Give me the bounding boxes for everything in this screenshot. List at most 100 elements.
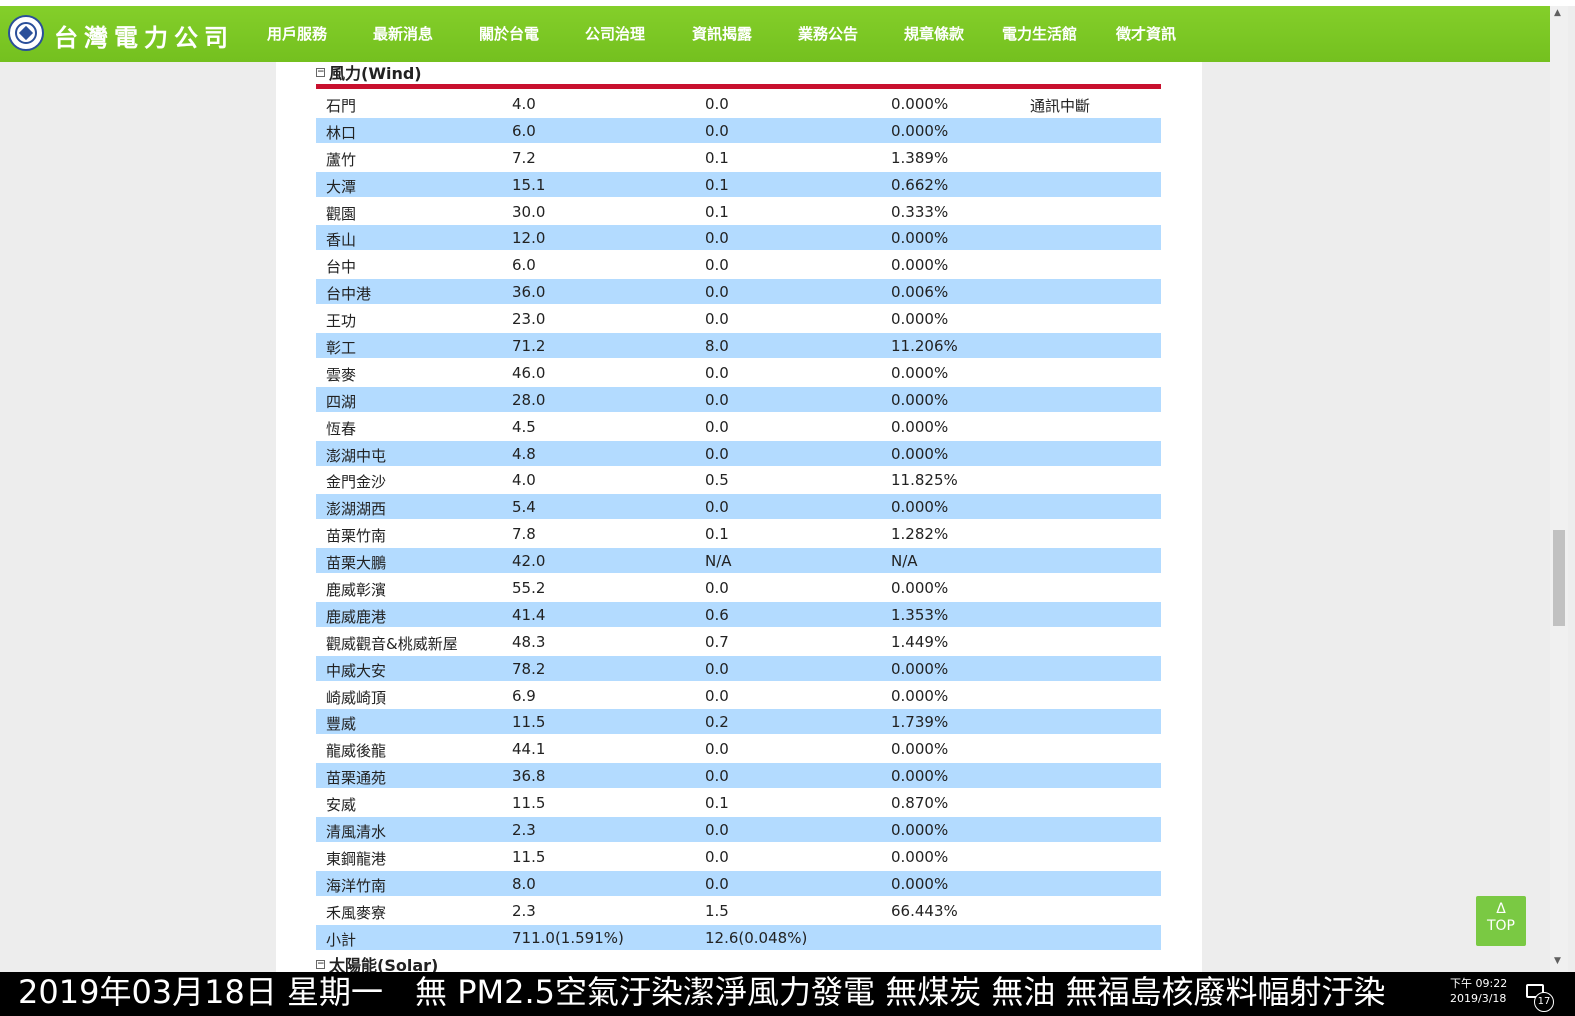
capacity-ratio-cell: 0.000% bbox=[891, 444, 949, 463]
net-generation-cell: 0.0 bbox=[705, 579, 729, 598]
back-to-top-label: TOP bbox=[1486, 918, 1515, 934]
table-row: 台中 6.0 0.0 0.000% bbox=[316, 252, 1161, 277]
installed-capacity-cell: 71.2 bbox=[512, 337, 546, 356]
station-name-cell: 苗栗竹南 bbox=[326, 527, 387, 546]
table-row: 觀威觀音&桃威新屋 48.3 0.7 1.449% bbox=[316, 629, 1161, 654]
capacity-ratio-cell: 0.000% bbox=[891, 121, 949, 140]
nav-corporate-governance[interactable]: 公司治理 bbox=[585, 23, 645, 44]
table-row: 鹿威彰濱 55.2 0.0 0.000% bbox=[316, 575, 1161, 600]
net-generation-cell: 0.0 bbox=[705, 256, 729, 275]
net-generation-cell: 0.1 bbox=[705, 525, 729, 544]
station-name-cell: 澎湖中屯 bbox=[326, 446, 387, 465]
station-name-cell: 王功 bbox=[326, 312, 357, 331]
net-generation-cell: 0.0 bbox=[705, 874, 729, 893]
station-name-cell: 林口 bbox=[326, 123, 357, 142]
table-row: 安威 11.5 0.1 0.870% bbox=[316, 790, 1161, 815]
capacity-ratio-cell: 1.739% bbox=[891, 713, 949, 732]
installed-capacity-cell: 7.2 bbox=[512, 148, 536, 167]
net-generation-cell: N/A bbox=[705, 552, 732, 571]
installed-capacity-cell: 30.0 bbox=[512, 202, 546, 221]
capacity-ratio-cell: 0.000% bbox=[891, 874, 949, 893]
station-name-cell: 恆春 bbox=[326, 419, 357, 438]
installed-capacity-cell: 44.1 bbox=[512, 740, 546, 759]
capacity-ratio-cell: 0.000% bbox=[891, 95, 949, 113]
installed-capacity-cell: 2.3 bbox=[512, 821, 536, 840]
table-row: 崎威崎頂 6.9 0.0 0.000% bbox=[316, 683, 1161, 708]
capacity-ratio-cell: 1.282% bbox=[891, 525, 949, 544]
station-name-cell: 東鋼龍港 bbox=[326, 849, 387, 868]
scroll-up-icon[interactable]: ▲ bbox=[1554, 8, 1561, 18]
taskbar: 2019年03月18日 星期一 無 PM2.5空氣汙染潔淨風力發電 無煤炭 無油… bbox=[0, 972, 1575, 1016]
nav-customer-service[interactable]: 用戶服務 bbox=[267, 23, 327, 44]
scrollbar-thumb[interactable] bbox=[1553, 530, 1565, 626]
installed-capacity-cell: 6.0 bbox=[512, 121, 536, 140]
nav-latest-news[interactable]: 最新消息 bbox=[373, 23, 433, 44]
net-generation-cell: 0.2 bbox=[705, 713, 729, 732]
site-logo-text[interactable]: 台灣電力公司 bbox=[54, 18, 234, 53]
net-generation-cell: 0.0 bbox=[705, 821, 729, 840]
net-generation-cell: 0.0 bbox=[705, 310, 729, 329]
installed-capacity-cell: 15.1 bbox=[512, 175, 546, 194]
back-to-top-button[interactable]: Δ TOP bbox=[1476, 896, 1526, 946]
net-generation-cell: 0.1 bbox=[705, 202, 729, 221]
collapse-toggle-icon[interactable]: − bbox=[316, 960, 325, 969]
capacity-ratio-cell: 0.000% bbox=[891, 847, 949, 866]
station-name-cell: 鹿威鹿港 bbox=[326, 607, 387, 626]
top-navigation-bar: 台灣電力公司 用戶服務 最新消息 關於台電 公司治理 資訊揭露 業務公告 規章條… bbox=[0, 6, 1550, 62]
table-row: 鹿威鹿港 41.4 0.6 1.353% bbox=[316, 601, 1161, 627]
installed-capacity-cell: 6.0 bbox=[512, 256, 536, 275]
nav-regulations[interactable]: 規章條款 bbox=[904, 23, 964, 44]
capacity-ratio-cell: 1.389% bbox=[891, 148, 949, 167]
wind-section-header[interactable]: − 風力(Wind) bbox=[316, 60, 422, 84]
installed-capacity-cell: 11.5 bbox=[512, 794, 546, 813]
collapse-toggle-icon[interactable]: − bbox=[316, 68, 325, 77]
installed-capacity-cell: 36.0 bbox=[512, 283, 546, 302]
installed-capacity-cell: 4.8 bbox=[512, 444, 536, 463]
scroll-down-icon[interactable]: ▼ bbox=[1554, 956, 1561, 966]
installed-capacity-cell: 4.0 bbox=[512, 471, 536, 490]
net-generation-cell: 0.0 bbox=[705, 659, 729, 678]
capacity-ratio-cell: 0.000% bbox=[891, 256, 949, 275]
table-row: 王功 23.0 0.0 0.000% bbox=[316, 306, 1161, 331]
installed-capacity-cell: 78.2 bbox=[512, 659, 546, 678]
installed-capacity-cell: 711.0(1.591%) bbox=[512, 928, 624, 947]
vertical-scrollbar[interactable]: ▲ ▼ bbox=[1550, 6, 1568, 972]
station-name-cell: 香山 bbox=[326, 231, 357, 250]
net-generation-cell: 0.0 bbox=[705, 847, 729, 866]
station-name-cell: 彰工 bbox=[326, 339, 357, 358]
table-row: 苗栗通苑 36.8 0.0 0.000% bbox=[316, 763, 1161, 789]
table-row: 彰工 71.2 8.0 11.206% bbox=[316, 333, 1161, 359]
installed-capacity-cell: 46.0 bbox=[512, 363, 546, 382]
installed-capacity-cell: 2.3 bbox=[512, 901, 536, 920]
nav-careers[interactable]: 徵才資訊 bbox=[1116, 23, 1176, 44]
installed-capacity-cell: 7.8 bbox=[512, 525, 536, 544]
nav-business-announcements[interactable]: 業務公告 bbox=[798, 23, 858, 44]
installed-capacity-cell: 5.4 bbox=[512, 498, 536, 517]
capacity-ratio-cell: 0.000% bbox=[891, 390, 949, 409]
capacity-ratio-cell: 1.353% bbox=[891, 605, 949, 624]
capacity-ratio-cell: 11.206% bbox=[891, 337, 958, 356]
net-generation-cell: 12.6(0.048%) bbox=[705, 928, 808, 947]
table-row: 澎湖湖西 5.4 0.0 0.000% bbox=[316, 494, 1161, 520]
taipower-logo-icon[interactable] bbox=[8, 15, 44, 51]
notification-count-badge[interactable]: 17 bbox=[1534, 992, 1554, 1012]
capacity-ratio-cell: 1.449% bbox=[891, 632, 949, 651]
nav-information-disclosure[interactable]: 資訊揭露 bbox=[692, 23, 752, 44]
nav-electricity-museum[interactable]: 電力生活館 bbox=[1002, 23, 1077, 44]
capacity-ratio-cell: 0.000% bbox=[891, 229, 949, 248]
installed-capacity-cell: 42.0 bbox=[512, 552, 546, 571]
station-name-cell: 台中港 bbox=[326, 285, 372, 304]
system-clock[interactable]: 下午 09:22 2019/3/18 bbox=[1450, 976, 1507, 1006]
station-name-cell: 苗栗通苑 bbox=[326, 769, 387, 788]
net-generation-cell: 0.6 bbox=[705, 605, 729, 624]
nav-about-taipower[interactable]: 關於台電 bbox=[479, 23, 539, 44]
station-name-cell: 觀威觀音&桃威新屋 bbox=[326, 634, 458, 653]
net-generation-cell: 8.0 bbox=[705, 337, 729, 356]
capacity-ratio-cell: 0.662% bbox=[891, 175, 949, 194]
installed-capacity-cell: 48.3 bbox=[512, 632, 546, 651]
station-name-cell: 雲麥 bbox=[326, 365, 357, 384]
station-name-cell: 澎湖湖西 bbox=[326, 500, 387, 519]
capacity-ratio-cell: 0.000% bbox=[891, 310, 949, 329]
station-name-cell: 大潭 bbox=[326, 177, 357, 196]
net-generation-cell: 0.0 bbox=[705, 740, 729, 759]
